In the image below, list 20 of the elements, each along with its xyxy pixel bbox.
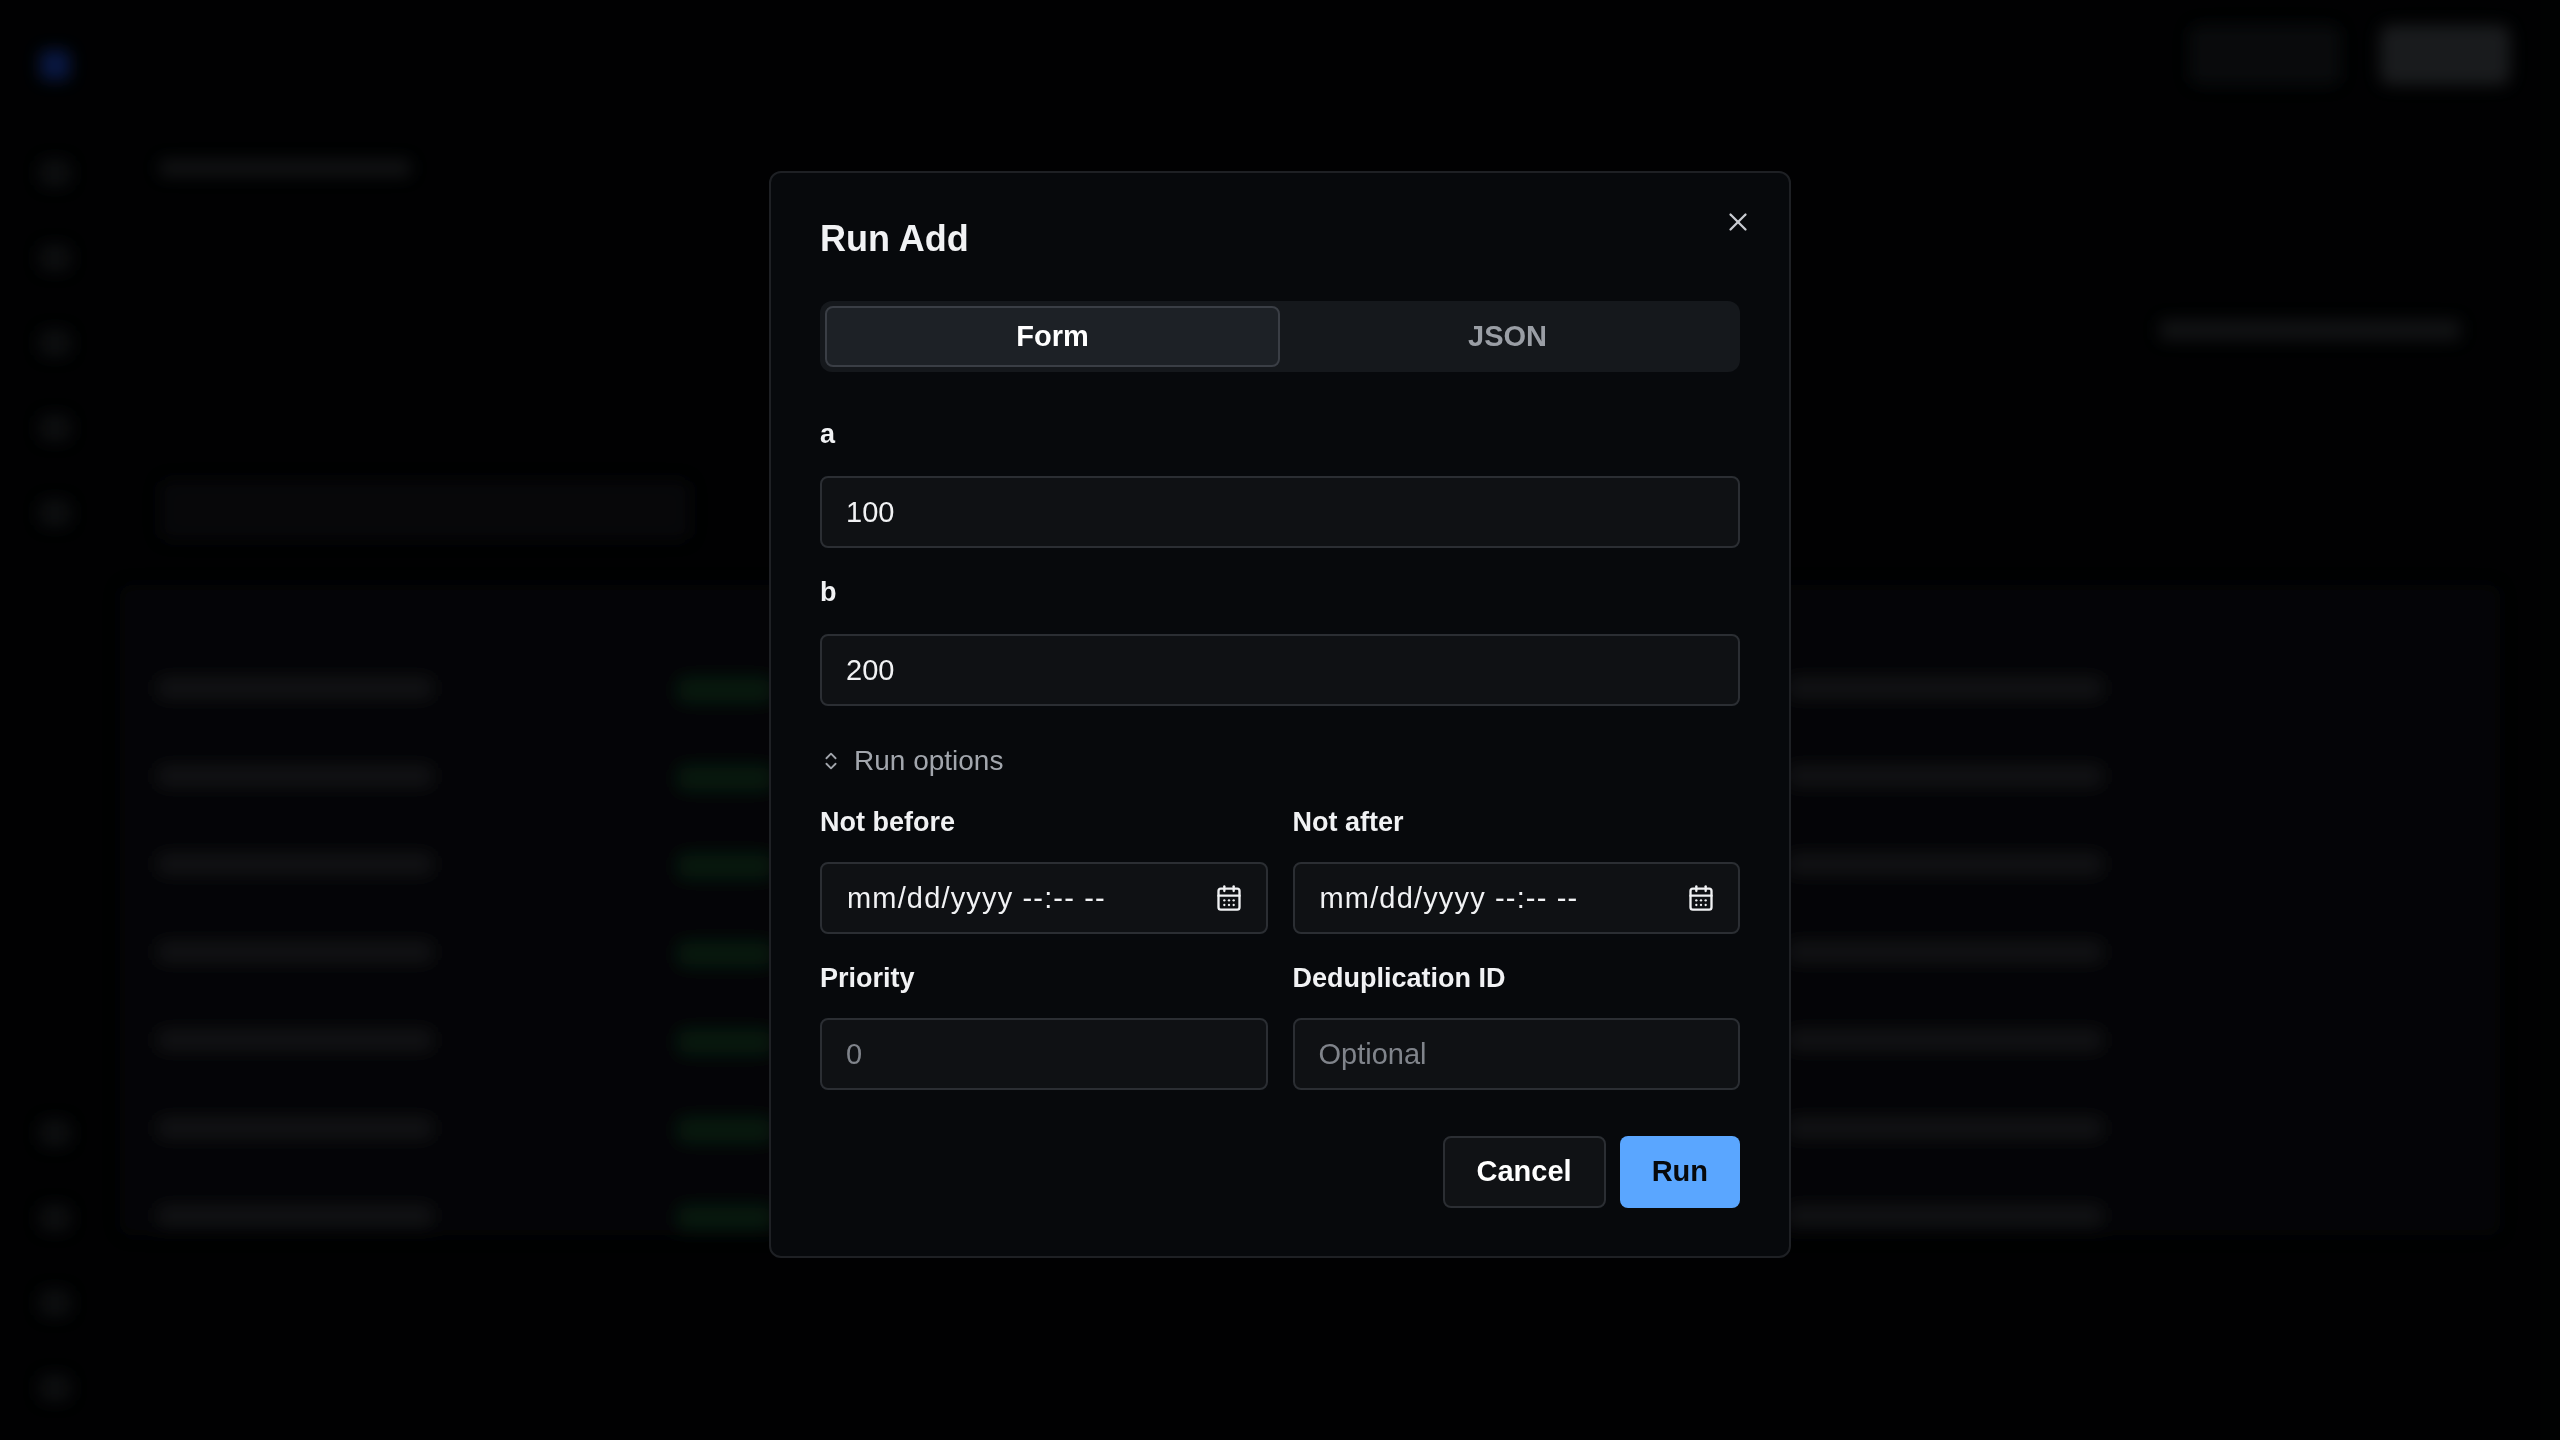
tab[interactable]: Form (825, 306, 1280, 367)
input-field[interactable]: 200 (820, 634, 1740, 706)
calendar-icon[interactable] (1214, 884, 1243, 912)
tab[interactable]: JSON (1280, 306, 1735, 367)
run-options-toggle[interactable]: Run options (820, 740, 1004, 782)
run-button[interactable]: Run (1619, 1136, 1740, 1208)
cancel-button[interactable]: Cancel (1442, 1136, 1606, 1208)
field-label: b (820, 576, 838, 609)
input-field[interactable]: 0 (820, 1018, 1268, 1090)
input-field[interactable]: 100 (820, 476, 1740, 548)
dialog-title: Run Add (820, 217, 970, 261)
field-label: Priority (820, 962, 916, 995)
datetime-field[interactable]: mm/dd/yyyy --:-- -- (1292, 862, 1740, 934)
calendar-icon[interactable] (1687, 884, 1715, 912)
field-label: Not before (820, 806, 956, 839)
field-label: Not after (1292, 806, 1405, 839)
input-field[interactable]: Optional (1292, 1018, 1740, 1090)
field-label: Deduplication ID (1292, 962, 1507, 995)
field-label: a (820, 418, 837, 451)
datetime-field[interactable]: mm/dd/yyyy --:-- -- (820, 862, 1268, 934)
